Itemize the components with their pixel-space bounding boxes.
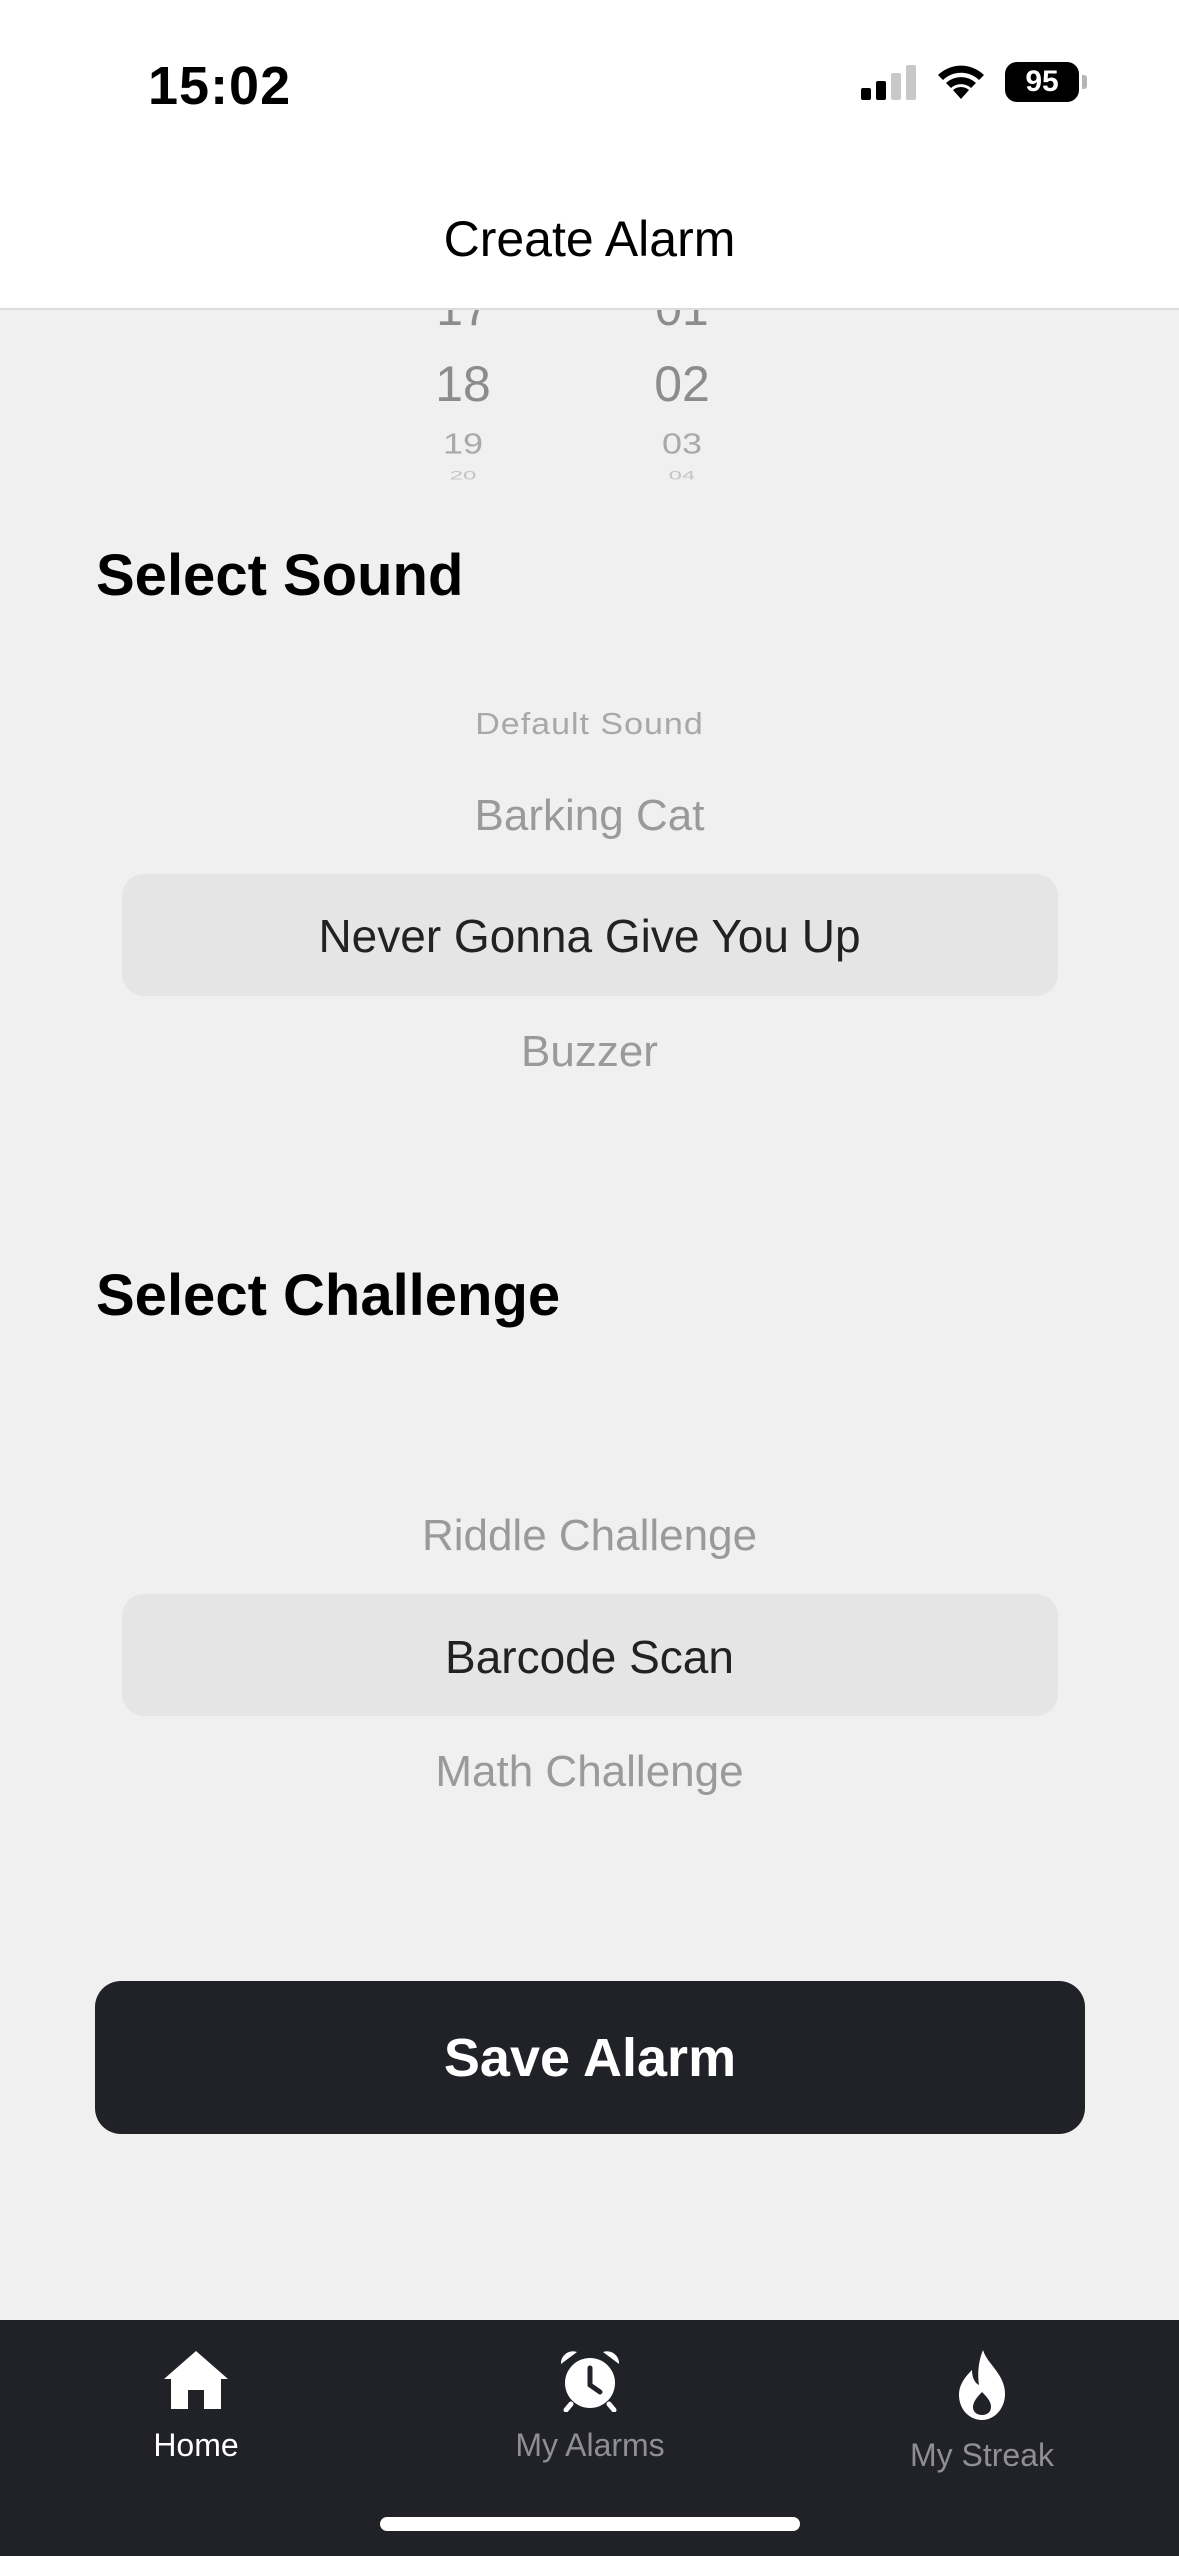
challenge-option-selected[interactable]: Barcode Scan (0, 1630, 1179, 1684)
time-picker[interactable]: 17 18 19 20 01 02 03 04 (0, 308, 1179, 483)
minute-wheel[interactable]: 01 02 03 04 (622, 308, 742, 483)
hour-option[interactable]: 20 (403, 470, 523, 482)
top-bar: 15:02 95 Create Alarm (0, 0, 1179, 310)
save-alarm-button[interactable]: Save Alarm (95, 1981, 1085, 2134)
tab-label: Home (153, 2427, 239, 2463)
hour-option[interactable]: 17 (403, 308, 523, 334)
status-time: 15:02 (148, 56, 292, 116)
status-icons: 95 (859, 62, 1087, 102)
hour-option[interactable]: 19 (403, 426, 523, 461)
sound-option[interactable]: Default Sound (0, 707, 1179, 742)
minute-option[interactable]: 01 (622, 308, 742, 334)
challenge-option[interactable]: Math Challenge (0, 1747, 1179, 1797)
hour-option[interactable]: 18 (403, 354, 523, 414)
home-icon (164, 2351, 228, 2409)
minute-option[interactable]: 03 (622, 426, 742, 461)
hour-wheel[interactable]: 17 18 19 20 (403, 308, 523, 483)
home-indicator (380, 2517, 800, 2531)
sound-option[interactable]: Barking Cat (0, 791, 1179, 841)
sound-option-selected[interactable]: Never Gonna Give You Up (0, 909, 1179, 963)
tab-label: My Streak (909, 2437, 1055, 2473)
tab-label: My Alarms (515, 2427, 665, 2463)
alarm-clock-icon (560, 2351, 620, 2413)
challenge-option[interactable]: Riddle Challenge (0, 1511, 1179, 1561)
sound-option[interactable]: Buzzer (0, 1027, 1179, 1077)
cellular-signal-icon (861, 65, 916, 100)
tab-my-streak[interactable]: My Streak (832, 2348, 1132, 2474)
select-sound-heading: Select Sound (96, 543, 464, 608)
tab-my-alarms[interactable]: My Alarms (440, 2348, 740, 2464)
page-title: Create Alarm (443, 211, 736, 267)
battery-indicator: 95 (1005, 62, 1087, 102)
select-challenge-heading: Select Challenge (96, 1263, 561, 1328)
flame-icon (959, 2350, 1005, 2420)
minute-option[interactable]: 04 (622, 470, 742, 482)
minute-option[interactable]: 02 (622, 354, 742, 414)
wifi-icon (938, 65, 984, 99)
tab-home[interactable]: Home (46, 2348, 346, 2464)
